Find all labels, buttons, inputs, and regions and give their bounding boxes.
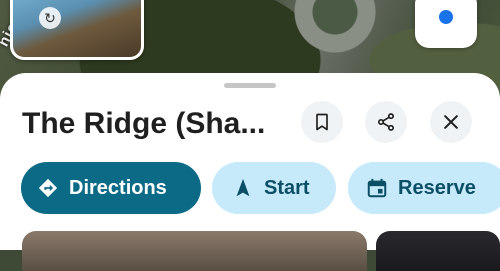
directions-label: Directions [69,176,167,199]
save-button[interactable] [301,101,343,143]
share-icon [378,113,394,131]
reserve-button[interactable]: Reserve [348,162,500,214]
place-bottom-sheet[interactable]: The Ridge (Sha... Directions Start Reser… [0,73,500,271]
navigation-arrow-icon [236,178,250,197]
place-photo[interactable] [22,231,367,271]
my-location-icon [439,10,453,24]
place-title: The Ridge (Sha... [22,107,266,140]
start-label: Start [264,176,310,199]
calendar-icon [367,178,387,198]
close-icon [444,115,458,129]
street-view-icon: ↻ [39,7,61,29]
share-button[interactable] [365,101,407,143]
directions-icon [38,178,58,198]
start-navigation-button[interactable]: Start [212,162,336,214]
place-photo-thumbnail[interactable]: ↻ [10,0,144,60]
reserve-label: Reserve [398,176,476,199]
my-location-button[interactable] [415,0,477,48]
sheet-drag-handle[interactable] [224,83,276,88]
place-photo[interactable] [376,231,500,271]
directions-button[interactable]: Directions [21,162,201,214]
close-button[interactable] [430,101,472,143]
bookmark-icon [316,113,328,131]
